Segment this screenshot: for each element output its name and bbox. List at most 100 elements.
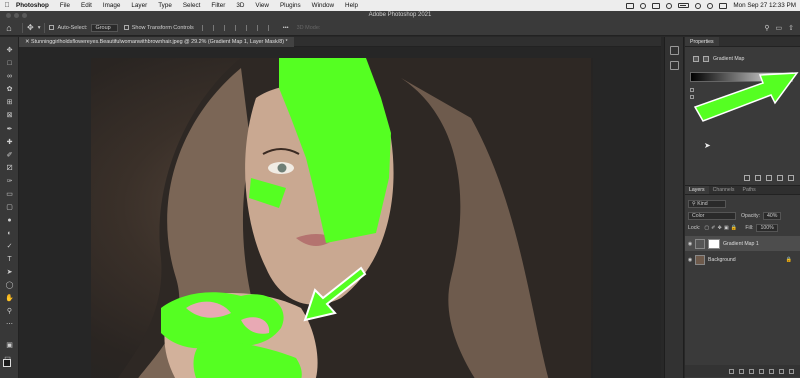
clock[interactable]: Mon Sep 27 12:33 PM [733,2,796,9]
transform-controls-checkbox[interactable] [123,25,129,30]
tab-layers[interactable]: Layers [685,186,709,194]
share-icon[interactable]: ⇧ [788,24,794,32]
layer-style-icon[interactable] [739,368,744,374]
home-icon[interactable]: ⌂ [0,23,18,33]
move-tool-preset-icon[interactable]: ✥ [27,23,34,32]
document-tab[interactable]: ✕ Stunninggirlholdsflowereyes.Beautifulw… [19,37,294,47]
hand-tool-icon[interactable]: ✋ [5,294,14,303]
align-right-icon[interactable] [223,24,231,31]
brush-tool-icon[interactable]: ✐ [5,151,14,160]
more-tools-icon[interactable]: ⋯ [5,320,14,329]
more-options-button[interactable]: ••• [283,25,289,31]
kind-filter-dropdown[interactable]: ⚲ Kind [688,199,726,208]
minimize-window-icon[interactable] [14,13,19,18]
new-adjustment-icon[interactable] [759,368,764,374]
collapsed-panels-strip [664,37,684,378]
blend-mode-dropdown[interactable]: Color [688,211,736,220]
adjustments-panel-icon[interactable] [670,61,679,70]
align-top-icon[interactable] [234,24,242,31]
pen-tool-icon[interactable]: ✓ [5,242,14,251]
wifi-icon[interactable] [695,2,702,9]
visibility-eye-icon[interactable]: ◉ [685,257,695,263]
zoom-window-icon[interactable] [22,13,27,18]
align-bottom-icon[interactable] [256,24,264,31]
layer-mask-thumbnail[interactable] [708,238,720,249]
blur-tool-icon[interactable]: ● [5,216,14,225]
marquee-tool-icon[interactable]: □ [5,59,14,68]
tab-paths[interactable]: Paths [739,186,760,194]
add-mask-icon[interactable] [749,368,754,374]
creative-cloud-icon[interactable] [626,2,635,9]
link-layers-icon[interactable] [729,368,734,374]
menu-edit[interactable]: Edit [76,2,98,9]
eraser-tool-icon[interactable]: ▭ [5,190,14,199]
menu-file[interactable]: File [54,2,75,9]
layer-background[interactable]: ◉ Background 🔒 [685,252,800,267]
healing-brush-tool-icon[interactable]: ✚ [5,138,14,147]
eyedropper-tool-icon[interactable]: ✒ [5,125,14,134]
auto-select-dropdown[interactable]: Group [91,23,118,32]
history-panel-icon[interactable] [670,46,679,55]
lock-icons[interactable]: ▢✐✥▣🔒 [704,225,739,231]
menu-filter[interactable]: Filter [206,2,231,9]
tab-channels[interactable]: Channels [709,186,739,194]
workspace-icon[interactable]: ▭ [776,24,783,32]
view-previous-icon[interactable] [755,174,761,181]
new-layer-icon[interactable] [779,368,784,374]
visibility-icon[interactable] [777,174,783,181]
zoom-tool-icon[interactable]: ⚲ [5,307,14,316]
opacity-input[interactable]: 40% [763,211,782,220]
menu-view[interactable]: View [250,2,275,9]
document-image[interactable] [91,58,593,378]
delete-icon[interactable] [788,174,794,181]
canvas-area[interactable] [19,47,661,378]
menu-layer[interactable]: Layer [126,2,153,9]
layer-gradient-map[interactable]: ◉ Gradient Map 1 [685,236,800,251]
search-icon[interactable]: ⚲ [764,24,769,32]
align-middle-icon[interactable] [245,24,253,31]
menu-plugins[interactable]: Plugins [274,2,306,9]
menu-type[interactable]: Type [153,2,178,9]
align-center-icon[interactable] [212,24,220,31]
menu-app-name[interactable]: Photoshop [14,2,54,9]
tool-preset-chevron-icon[interactable]: ▾ [38,25,41,31]
dodge-tool-icon[interactable]: ◐ [5,229,14,238]
quick-selection-tool-icon[interactable]: ✿ [5,85,14,94]
menu-select[interactable]: Select [177,2,206,9]
crop-tool-icon[interactable]: ⊞ [5,98,14,107]
new-group-icon[interactable] [769,368,774,374]
gradient-tool-icon[interactable]: ▢ [5,203,14,212]
record-icon[interactable] [640,2,647,9]
delete-layer-icon[interactable] [789,368,794,374]
adjustment-thumbnail [695,238,705,249]
display-icon[interactable] [652,2,661,9]
auto-select-checkbox[interactable] [49,25,55,30]
frame-tool-icon[interactable]: ⊠ [5,111,14,120]
lasso-tool-icon[interactable]: ∞ [5,72,14,81]
quick-mask-icon[interactable]: ▣ [5,341,14,350]
battery-icon[interactable] [678,3,690,8]
menu-window[interactable]: Window [306,2,339,9]
screen-mode-icon[interactable]: ▭ [3,354,12,363]
menu-help[interactable]: Help [340,2,364,9]
sync-icon[interactable] [666,2,673,9]
reset-icon[interactable] [766,174,772,181]
align-left-icon[interactable] [201,24,209,31]
control-center-icon[interactable] [719,2,728,9]
move-tool-icon[interactable]: ✥ [5,46,14,55]
menu-image[interactable]: Image [97,2,126,9]
spotlight-icon[interactable] [707,2,714,9]
visibility-eye-icon[interactable]: ◉ [685,241,695,247]
transform-controls-label[interactable]: Show Transform Controls [132,25,194,31]
shape-tool-icon[interactable]: ◯ [5,281,14,290]
distribute-icon[interactable] [267,24,275,31]
type-tool-icon[interactable]: T [5,255,14,264]
clip-to-layer-icon[interactable] [744,174,750,181]
history-brush-tool-icon[interactable]: ✑ [5,177,14,186]
clone-stamp-tool-icon[interactable]: ⚂ [5,164,14,173]
close-window-icon[interactable] [6,13,11,18]
fill-input[interactable]: 100% [756,223,778,232]
path-selection-tool-icon[interactable]: ➤ [5,268,14,277]
apple-icon[interactable]:  [0,2,14,9]
menu-3d[interactable]: 3D [231,2,250,9]
